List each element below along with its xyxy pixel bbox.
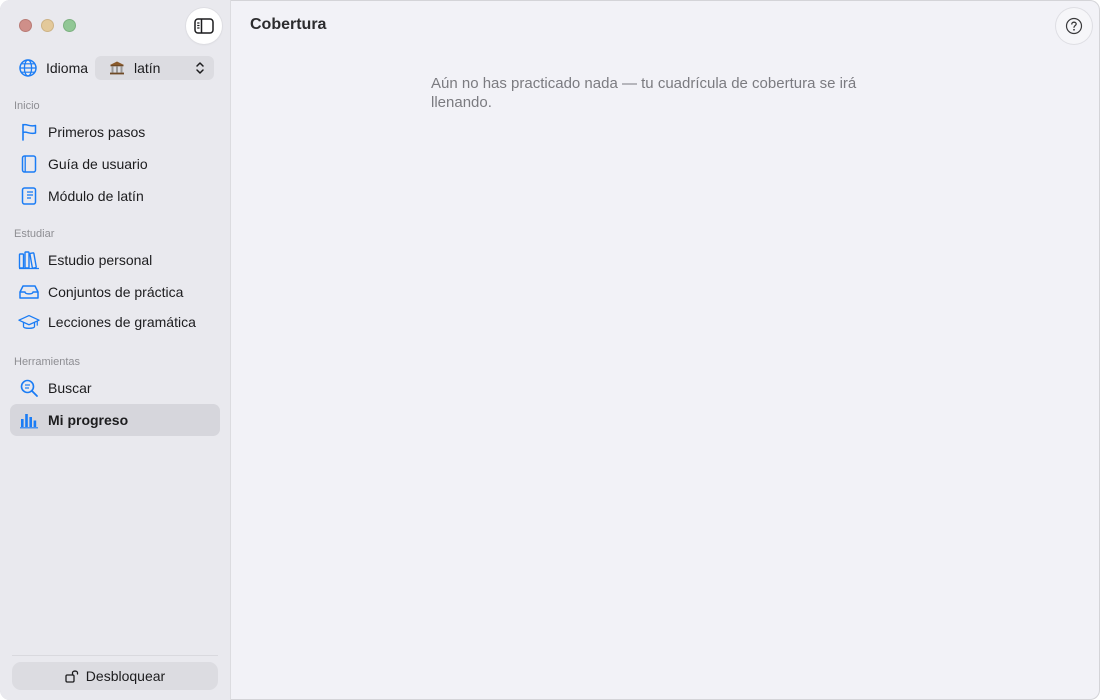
- sidebar-item-lecciones-de-gramatica[interactable]: Lecciones de gramática: [10, 306, 220, 338]
- sidebar-item-label: Buscar: [48, 380, 92, 396]
- section-title-inicio: Inicio: [14, 100, 40, 112]
- search-icon: [18, 377, 40, 399]
- page-title: Cobertura: [250, 16, 327, 33]
- sidebar-item-primeros-pasos[interactable]: Primeros pasos: [10, 116, 220, 148]
- sidebar-item-label: Lecciones de gramática: [48, 314, 196, 330]
- graduation-cap-icon: [18, 311, 40, 333]
- book-text-icon: [18, 185, 40, 207]
- section-title-herramientas: Herramientas: [14, 356, 81, 368]
- minimize-window-button[interactable]: [41, 19, 54, 32]
- sidebar-item-label: Estudio personal: [48, 252, 153, 268]
- window-controls: [19, 19, 76, 32]
- language-value: latín: [134, 60, 161, 76]
- empty-state-message: Aún no has practicado nada — tu cuadrícu…: [431, 75, 857, 111]
- globe-icon: [19, 59, 37, 77]
- sidebar-item-label: Módulo de latín: [48, 188, 144, 204]
- tray-icon: [18, 281, 40, 303]
- sidebar-item-label: Mi progreso: [48, 412, 129, 428]
- help-button[interactable]: [1056, 8, 1092, 44]
- chevron-up-down-icon: [196, 62, 204, 74]
- sidebar-item-label: Conjuntos de práctica: [48, 284, 184, 300]
- unlock-button[interactable]: Desbloquear: [12, 662, 218, 690]
- sidebar-icon: [194, 18, 214, 34]
- section-title-estudiar: Estudiar: [14, 228, 55, 240]
- language-select[interactable]: latín: [95, 56, 214, 80]
- sidebar-item-label: Guía de usuario: [48, 156, 148, 172]
- unlock-button-label: Desbloquear: [85, 668, 166, 684]
- help-icon: [1065, 17, 1083, 35]
- sidebar-item-mi-progreso[interactable]: Mi progreso: [10, 404, 220, 436]
- close-window-button[interactable]: [19, 19, 32, 32]
- book-icon: [18, 153, 40, 175]
- sidebar-item-estudio-personal[interactable]: Estudio personal: [10, 244, 220, 276]
- sidebar-item-modulo-de-latin[interactable]: Módulo de latín: [10, 180, 220, 212]
- sidebar-divider: [12, 655, 218, 656]
- zoom-window-button[interactable]: [63, 19, 76, 32]
- language-label: Idioma: [46, 60, 89, 76]
- bar-chart-icon: [18, 409, 40, 431]
- sidebar-item-conjuntos-de-practica[interactable]: Conjuntos de práctica: [10, 276, 220, 308]
- unlock-icon: [65, 670, 78, 683]
- sidebar-item-guia-de-usuario[interactable]: Guía de usuario: [10, 148, 220, 180]
- language-row: Idioma: [18, 56, 88, 80]
- sidebar-item-label: Primeros pasos: [48, 124, 146, 140]
- app-window: Idioma latín Inicio Primeros pasos Guía …: [0, 0, 1100, 700]
- columns-temple-icon: [110, 61, 124, 75]
- books-shelf-icon: [18, 249, 40, 271]
- sidebar: Idioma latín Inicio Primeros pasos Guía …: [0, 0, 231, 700]
- flag-icon: [18, 121, 40, 143]
- toggle-sidebar-button[interactable]: [186, 8, 222, 44]
- sidebar-item-buscar[interactable]: Buscar: [10, 372, 220, 404]
